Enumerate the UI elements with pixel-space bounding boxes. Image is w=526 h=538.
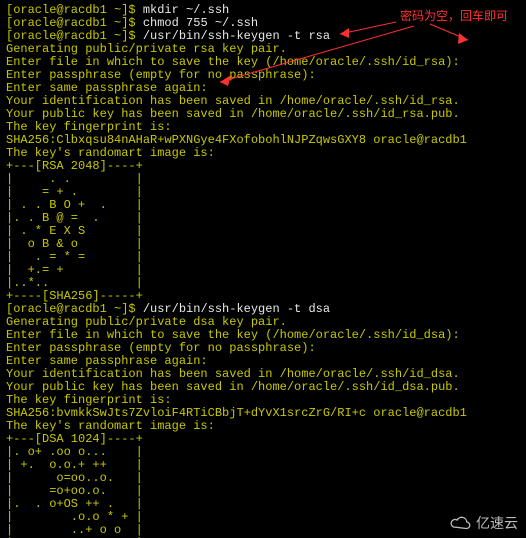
watermark-text: 亿速云 (476, 517, 518, 530)
annotation-text: 密码为空，回车即可 (400, 10, 508, 23)
watermark: 亿速云 (448, 514, 518, 532)
command-chmod: chmod 755 ~/.ssh (143, 16, 258, 30)
prompt: [oracle@racdb1 ~]$ (6, 3, 143, 17)
prompt: [oracle@racdb1 ~]$ (6, 302, 143, 316)
terminal-window[interactable]: [oracle@racdb1 ~]$ mkdir ~/.ssh [oracle@… (0, 0, 526, 538)
prompt: [oracle@racdb1 ~]$ (6, 16, 143, 30)
command-mkdir: mkdir ~/.ssh (143, 3, 229, 17)
command-keygen-dsa: /usr/bin/ssh-keygen -t dsa (143, 302, 330, 316)
command-keygen-rsa: /usr/bin/ssh-keygen -t rsa (143, 29, 330, 43)
cloud-icon (448, 514, 474, 532)
prompt: [oracle@racdb1 ~]$ (6, 29, 143, 43)
